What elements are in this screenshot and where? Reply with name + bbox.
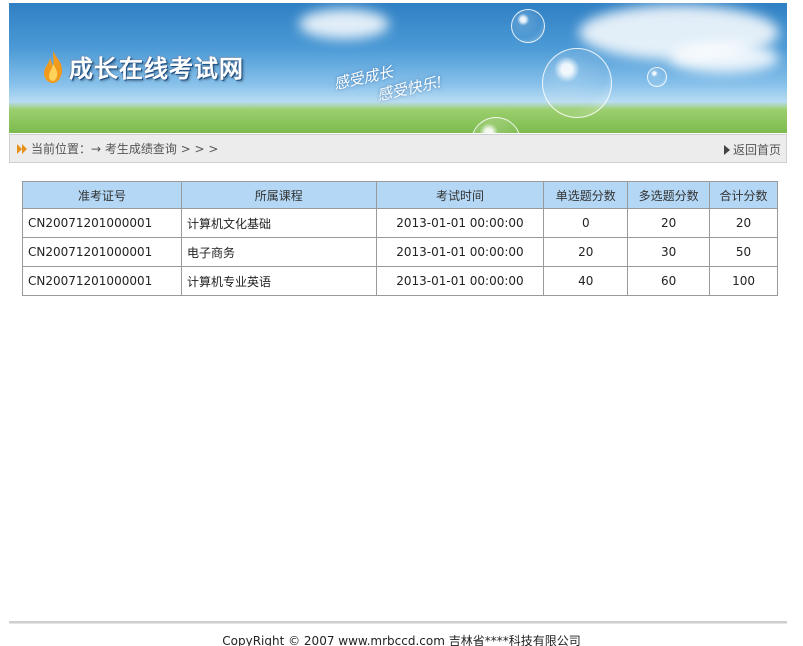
table-row: CN20071201000001 计算机专业英语 2013-01-01 00:0…: [22, 266, 778, 296]
column-header-multi-choice: 多选题分数: [627, 181, 711, 209]
cell-single-choice: 0: [543, 208, 629, 238]
cell-exam-id: CN20071201000001: [22, 237, 182, 267]
cell-exam-time: 2013-01-01 00:00:00: [375, 266, 545, 296]
cell-single-choice: 20: [543, 237, 629, 267]
site-title: 成长在线考试网: [69, 55, 244, 83]
cell-exam-id: CN20071201000001: [22, 208, 182, 238]
table-header-row: 准考证号 所属课程 考试时间 单选题分数 多选题分数 合计分数: [22, 181, 778, 209]
column-header-single-choice: 单选题分数: [543, 181, 629, 209]
cloud-decoration: [299, 9, 389, 39]
site-logo[interactable]: 成长在线考试网: [41, 49, 244, 84]
column-header-total: 合计分数: [709, 181, 778, 209]
bubble-decoration: [511, 9, 545, 43]
table-row: CN20071201000001 电子商务 2013-01-01 00:00:0…: [22, 237, 778, 267]
cell-course: 计算机专业英语: [180, 266, 377, 296]
triangle-right-icon: [723, 144, 730, 155]
cell-total: 50: [709, 237, 778, 267]
bubble-decoration: [647, 67, 667, 87]
cell-course: 计算机文化基础: [180, 208, 377, 238]
breadcrumb-text: 当前位置：→ 考生成绩查询 > > >: [31, 142, 219, 156]
cell-multi-choice: 30: [627, 237, 711, 267]
home-link-label[interactable]: 返回首页: [733, 141, 781, 158]
cell-course: 电子商务: [180, 237, 377, 267]
cell-exam-id: CN20071201000001: [22, 266, 182, 296]
cloud-decoration: [669, 43, 779, 73]
column-header-exam-time: 考试时间: [375, 181, 545, 209]
slogan: 感受成长 感受快乐!: [332, 52, 444, 113]
cell-exam-time: 2013-01-01 00:00:00: [375, 208, 545, 238]
column-header-course: 所属课程: [180, 181, 377, 209]
flame-icon: [44, 50, 63, 83]
footer-copyright: CopyRight © 2007 www.mrbccd.com 吉林省****科…: [222, 634, 581, 646]
column-header-exam-id: 准考证号: [22, 181, 182, 209]
site-banner: 成长在线考试网 感受成长 感受快乐!: [9, 3, 787, 133]
cell-total: 100: [709, 266, 778, 296]
cell-multi-choice: 60: [627, 266, 711, 296]
cell-single-choice: 40: [543, 266, 629, 296]
bubble-decoration: [471, 117, 521, 133]
cell-total: 20: [709, 208, 778, 238]
cell-exam-time: 2013-01-01 00:00:00: [375, 237, 545, 267]
table-row: CN20071201000001 计算机文化基础 2013-01-01 00:0…: [22, 208, 778, 238]
breadcrumb: 当前位置：→ 考生成绩查询 > > > 返回首页: [9, 134, 787, 163]
double-arrow-right-icon: [17, 143, 27, 154]
home-link[interactable]: 返回首页: [723, 141, 781, 158]
score-table: 准考证号 所属课程 考试时间 单选题分数 多选题分数 合计分数 CN200712…: [22, 181, 778, 296]
cell-multi-choice: 20: [627, 208, 711, 238]
footer-divider: [9, 621, 787, 624]
bubble-decoration: [542, 48, 612, 118]
